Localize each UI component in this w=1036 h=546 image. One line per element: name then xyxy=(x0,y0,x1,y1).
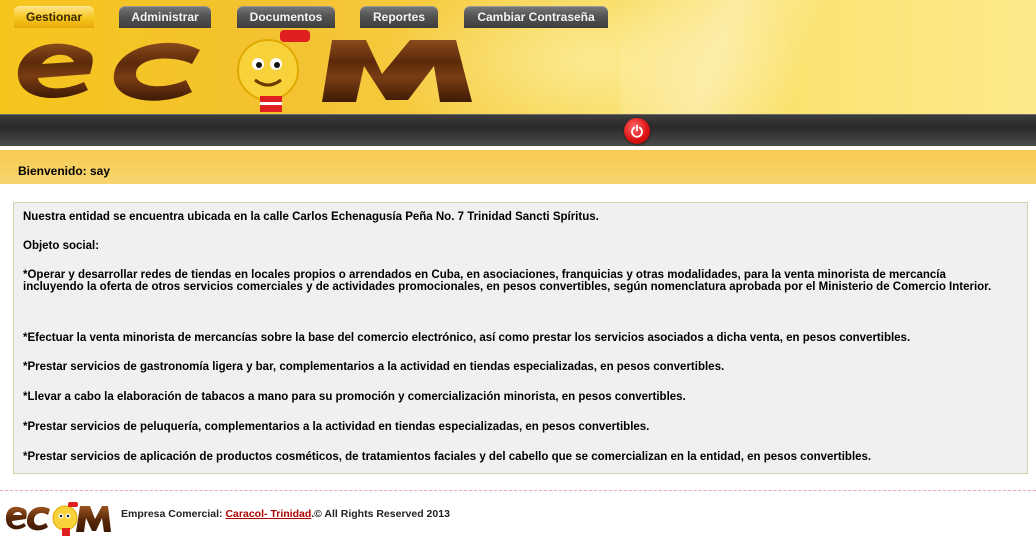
footer-link-caracol[interactable]: Caracol- Trinidad xyxy=(225,508,311,520)
tab-cambiar-contrasena[interactable]: Cambiar Contraseña xyxy=(464,6,608,28)
objeto-item: *Prestar servicios de aplicación de prod… xyxy=(23,451,872,463)
power-icon xyxy=(631,124,643,138)
tab-gestionar[interactable]: Gestionar xyxy=(14,6,94,28)
logout-button[interactable] xyxy=(624,118,650,144)
tab-administrar[interactable]: Administrar xyxy=(119,6,211,28)
tab-documentos[interactable]: Documentos xyxy=(237,6,335,28)
footer-suffix: .© All Rights Reserved 2013 xyxy=(311,508,450,520)
welcome-text: Bienvenido: say xyxy=(18,164,111,178)
welcome-bar: Bienvenido: say xyxy=(0,150,1036,184)
main-navbar xyxy=(0,114,1036,146)
banner-shine xyxy=(620,0,840,114)
intro-text: Nuestra entidad se encuentra ubicada en … xyxy=(23,211,599,223)
objeto-item: *Prestar servicios de peluquería, comple… xyxy=(23,421,650,433)
footer-divider xyxy=(0,490,1036,491)
objeto-item: *Llevar a cabo la elaboración de tabacos… xyxy=(23,391,686,403)
objeto-social-heading: Objeto social: xyxy=(23,240,100,252)
objeto-item: *Operar y desarrollar redes de tiendas e… xyxy=(23,269,992,293)
content-panel: Nuestra entidad se encuentra ubicada en … xyxy=(13,202,1028,474)
footer-ecom-logo xyxy=(5,502,111,536)
tab-reportes[interactable]: Reportes xyxy=(360,6,438,28)
footer-copyright: Empresa Comercial: Caracol- Trinidad.© A… xyxy=(121,508,450,520)
footer-prefix: Empresa Comercial: xyxy=(121,508,226,520)
ecom-logo xyxy=(17,30,472,112)
objeto-item: *Efectuar la venta minorista de mercancí… xyxy=(23,332,911,344)
objeto-item: *Prestar servicios de gastronomía ligera… xyxy=(23,361,725,373)
